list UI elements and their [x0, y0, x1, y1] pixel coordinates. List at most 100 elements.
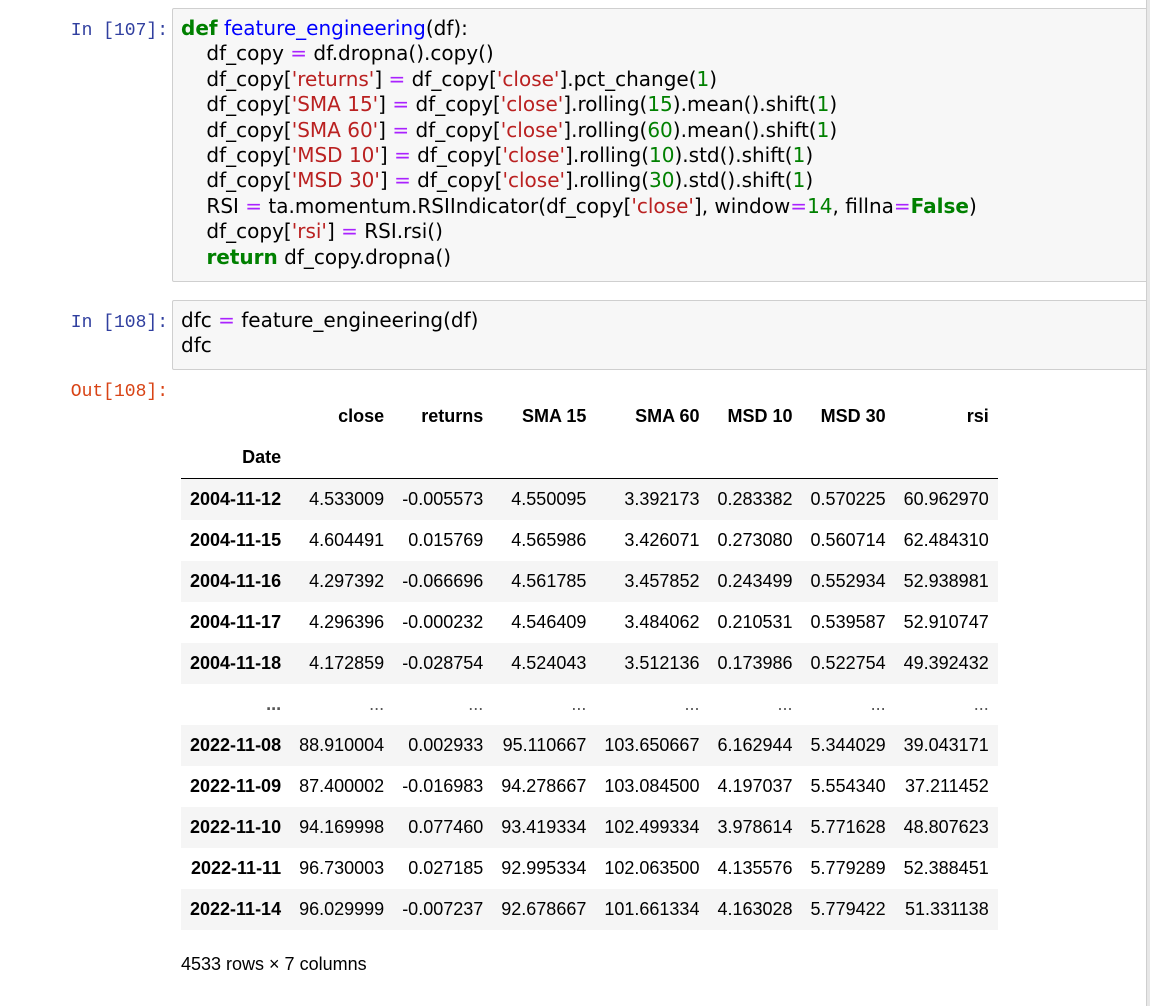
- code-line: dfc = feature_engineering(df): [181, 308, 478, 333]
- code-token: df_copy.dropna(): [277, 244, 452, 269]
- table-cell: 37.211452: [904, 776, 989, 796]
- table-cell: 0.522754: [810, 653, 886, 673]
- table-cell: 4.163028: [717, 899, 793, 919]
- code-line: df_copy['SMA 60'] = df_copy['close'].rol…: [181, 118, 977, 143]
- code-token: ).mean().shift(: [672, 117, 817, 142]
- code-token: feature_engineering: [223, 16, 426, 40]
- code-token: ]: [378, 117, 393, 142]
- code-token: ], window: [693, 193, 791, 218]
- code-token: df_copy[: [181, 168, 292, 193]
- code-token: df_copy[: [181, 219, 292, 244]
- table-cell: 93.419334: [501, 817, 587, 837]
- index-row-blank: [595, 437, 708, 479]
- code-token: ]: [378, 92, 393, 117]
- table-row: 2004-11-18 4.172859 -0.028754 4.524043 3.512…: [181, 643, 998, 684]
- code-line: def feature_engineering(df):: [181, 16, 977, 41]
- table-row: 2022-11-14 96.029999 -0.007237 92.678667 101…: [181, 889, 998, 930]
- code-token: 15: [647, 92, 673, 117]
- table-cell: 4.561785: [511, 571, 587, 591]
- row-index: 2004-11-17: [190, 612, 282, 632]
- code-token: 1: [792, 168, 806, 193]
- code-line: RSI = ta.momentum.RSIIndicator(df_copy['…: [181, 193, 976, 219]
- cell-2-code-editor[interactable]: dfc = feature_engineering(df) dfc: [172, 300, 1150, 370]
- table-cell: 5.344029: [810, 735, 886, 755]
- table-row: 2004-11-15 4.604491 0.015769 4.565986 3.4260…: [181, 520, 998, 561]
- table-cell: 4.172859: [309, 653, 385, 673]
- index-row-blank: [290, 437, 393, 479]
- table-cell: 0.283382: [717, 489, 793, 509]
- cell-1-input-prompt: In [107]:: [70, 21, 168, 41]
- table-cell: 4.565986: [511, 530, 587, 550]
- column-header: MSD 30: [820, 406, 886, 426]
- table-index-name-row: Date: [181, 437, 998, 479]
- table-cell: 4.604491: [309, 530, 385, 550]
- table-cell: 103.650667: [604, 735, 700, 755]
- table-body: 2004-11-12 4.533009 -0.005573 4.550095 3.392…: [181, 478, 998, 930]
- code-token: ).mean().shift(: [672, 92, 817, 117]
- table-cell: 52.388451: [903, 858, 989, 878]
- table-row: 2022-11-10 94.169998 0.077460 93.419334 102.…: [181, 807, 998, 848]
- code-token: dfc: [181, 333, 212, 358]
- code-token: =: [245, 193, 263, 218]
- table-cell: 3.426071: [624, 530, 700, 550]
- table-cell: ...: [684, 694, 700, 714]
- code-token: dfc: [181, 308, 219, 332]
- row-index: ...: [266, 694, 282, 714]
- table-cell: 3.457852: [624, 571, 700, 591]
- cell-1-code[interactable]: def feature_engineering(df): df_copy = d…: [181, 16, 977, 270]
- code-token: ]: [374, 66, 389, 91]
- table-cell: 3.512136: [624, 653, 700, 673]
- table-cell: 87.400002: [299, 776, 385, 796]
- code-token: 1: [792, 142, 806, 167]
- cell-2-input-prompt: In [108]:: [70, 313, 168, 333]
- cell-1-code-editor[interactable]: def feature_engineering(df): df_copy = d…: [172, 8, 1150, 282]
- table-cell: 49.392432: [903, 653, 989, 673]
- table-cell: 102.499334: [604, 817, 700, 837]
- code-token: =: [392, 92, 410, 117]
- table-cell: 5.771628: [810, 817, 886, 837]
- table-row: 2004-11-17 4.296396 -0.000232 4.546409 3.484…: [181, 602, 998, 643]
- code-token: 1: [696, 66, 710, 91]
- code-token: 10: [649, 142, 675, 167]
- scrollbar[interactable]: [1146, 0, 1150, 1006]
- table-cell: 5.554340: [810, 776, 886, 796]
- code-token: ta.momentum.RSIIndicator(df_copy[: [262, 193, 632, 218]
- table-cell: 4.524043: [511, 653, 587, 673]
- table-cell: 0.273080: [717, 530, 793, 550]
- column-header: SMA 60: [635, 406, 700, 426]
- code-token: 'MSD 10': [291, 142, 380, 167]
- table-row: ........................: [181, 684, 998, 725]
- cell-2-code[interactable]: dfc = feature_engineering(df) dfc: [181, 308, 478, 359]
- table-cell: 95.110667: [502, 735, 587, 755]
- table-cell: 5.779289: [810, 858, 886, 878]
- table-cell: ...: [369, 694, 385, 714]
- table-cell: 94.169998: [299, 817, 385, 837]
- table-cell: 6.162944: [717, 735, 793, 755]
- code-token: df_copy[: [410, 168, 503, 193]
- column-header: returns: [421, 406, 484, 426]
- code-token: df_copy: [181, 41, 291, 66]
- table-cell: 102.063500: [604, 858, 700, 878]
- index-row-blank: [492, 437, 595, 479]
- table-cell: 0.173986: [717, 653, 793, 673]
- code-line: return df_copy.dropna(): [181, 245, 977, 270]
- table-cell: -0.005573: [402, 489, 484, 509]
- row-index: 2022-11-11: [191, 858, 282, 878]
- table-cell: 60.962970: [903, 489, 989, 509]
- table-cell: 0.002933: [408, 735, 484, 755]
- table-cell: -0.016983: [402, 776, 484, 796]
- code-line: df_copy = df.dropna().copy(): [181, 41, 977, 66]
- column-header: SMA 15: [522, 406, 587, 426]
- table-cell: ...: [870, 694, 886, 714]
- code-token: RSI: [181, 193, 246, 218]
- dataframe-shape: 4533 rows × 7 columns: [181, 954, 367, 974]
- table-cell: ...: [468, 694, 484, 714]
- code-token: df_copy[: [181, 142, 292, 167]
- code-token: df_copy[: [181, 92, 292, 117]
- table-cell: 96.029999: [299, 899, 385, 919]
- code-token: ].pct_change(: [559, 66, 697, 91]
- dataframe-table: close returns SMA 15 SMA 60 MSD 10 MSD 30 rsi …: [181, 396, 998, 930]
- table-cell: 96.730003: [299, 858, 385, 878]
- table-row: 2022-11-08 88.910004 0.002933 95.110667 103.…: [181, 725, 998, 766]
